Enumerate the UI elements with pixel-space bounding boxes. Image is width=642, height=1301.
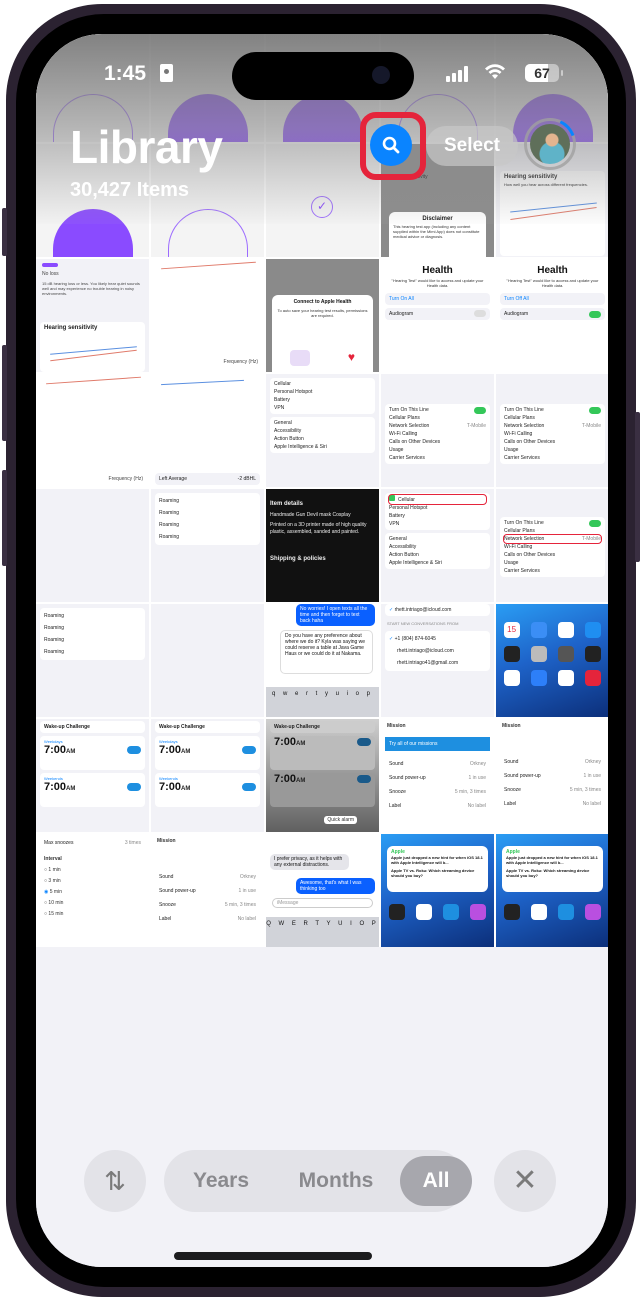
home-indicator[interactable] <box>174 1252 372 1260</box>
photo-thumbnail[interactable]: Connect to Apple Health To auto save you… <box>266 259 379 372</box>
action-button <box>2 208 7 256</box>
heart-icon: ♥ <box>347 350 355 364</box>
photo-thumbnail[interactable]: Wake-up Challenge Weekdays 7:00AM Weeken… <box>36 719 149 832</box>
photo-thumbnail[interactable]: Max snoozes 3 times Interval ○ 1 min ○ 3 … <box>36 834 149 947</box>
cellular-signal-icon <box>446 66 468 82</box>
photo-thumbnail[interactable]: Health "Hearing Test" would like to acce… <box>381 259 494 372</box>
sort-button[interactable]: ⇅ <box>84 1150 146 1212</box>
photo-thumbnail[interactable]: Left Average -2 dBHL <box>151 374 264 487</box>
camera-icon <box>372 66 390 84</box>
screen: ✓ Hearing sensitivity Disclaimer This he… <box>36 34 608 1267</box>
avatar[interactable] <box>530 124 570 164</box>
battery-icon: 67 <box>525 64 559 82</box>
search-icon <box>382 136 400 154</box>
select-button[interactable]: Select <box>426 126 518 166</box>
photo-thumbnail[interactable]: I prefer privacy, as it helps with any e… <box>266 834 379 947</box>
page-title: Library <box>70 121 223 173</box>
close-icon: ✕ <box>512 1164 538 1197</box>
close-button[interactable]: ✕ <box>494 1150 556 1212</box>
bottom-toolbar: ⇅ Years Months All ✕ <box>36 1134 608 1267</box>
photo-thumbnail[interactable]: Apple Apple just dropped a new hint for … <box>381 834 494 947</box>
photo-thumbnail[interactable]: Mission Sound Orkney Sound power-up 1 in u… <box>496 719 608 832</box>
photo-thumbnail[interactable]: Item details Handmade Gun Devil mask Cos… <box>266 489 379 602</box>
view-segmented-control: Years Months All <box>164 1150 472 1212</box>
photo-thumbnail[interactable] <box>36 489 149 602</box>
item-count: 30,427 Items <box>70 179 189 201</box>
photo-thumbnail[interactable]: Mission Try all of our missions Sound Ork… <box>381 719 494 832</box>
photo-thumbnail[interactable]: No loss 15 dB hearing loss or less. You … <box>36 259 149 372</box>
photo-thumbnail[interactable]: Frequency (Hz) <box>151 259 264 372</box>
search-button[interactable] <box>370 124 412 166</box>
volume-up-button <box>2 345 7 441</box>
volume-down-button <box>2 470 7 566</box>
photo-thumbnail[interactable]: 15 <box>496 604 608 717</box>
photo-thumbnail[interactable]: Health "Hearing Test" would like to acce… <box>496 259 608 372</box>
photo-thumbnail[interactable]: Turn On This Line Cellular Plans Network… <box>496 489 608 602</box>
segment-all[interactable]: All <box>400 1156 472 1206</box>
photo-thumbnail[interactable]: Turn On This Line Cellular Plans Network… <box>496 374 608 487</box>
photo-thumbnail[interactable]: No worries! I open texts all the time an… <box>266 604 379 717</box>
photo-thumbnail[interactable] <box>151 604 264 717</box>
battery-level: 67 <box>534 65 550 81</box>
status-bar: 1:45 67 <box>36 34 608 114</box>
photo-thumbnail[interactable]: Cellular Personal Hotspot Battery VPN Ge… <box>381 489 494 602</box>
battery-tip <box>561 70 563 76</box>
wifi-icon <box>484 63 506 86</box>
photo-thumbnail[interactable]: Frequency (Hz) <box>36 374 149 487</box>
segment-years[interactable]: Years <box>178 1150 264 1212</box>
photo-thumbnail[interactable]: Turn On This Line Cellular Plans Network… <box>381 374 494 487</box>
photo-thumbnail[interactable]: Cellular Personal Hotspot Battery VPN Ge… <box>266 374 379 487</box>
photo-thumbnail[interactable]: Wake-up Challenge Weekdays 7:00AM Weeken… <box>151 719 264 832</box>
photo-thumbnail[interactable]: Roaming Roaming Roaming Roaming <box>151 489 264 602</box>
clock: 1:45 <box>104 62 147 85</box>
photo-thumbnail[interactable]: Apple Apple just dropped a new hint for … <box>496 834 608 947</box>
photo-thumbnail[interactable]: ✓ rhett.intriago@icloud.com START NEW CO… <box>381 604 494 717</box>
photo-thumbnail[interactable]: Wake-up Challenge 7:00AM 7:00AM Quick al… <box>266 719 379 832</box>
contact-card-icon <box>160 64 173 82</box>
power-button <box>635 412 640 562</box>
photo-thumbnail[interactable]: Mission Sound Orkney Sound power-up 1 in u… <box>151 834 264 947</box>
sort-arrows-icon: ⇅ <box>104 1166 126 1196</box>
segment-months[interactable]: Months <box>284 1150 388 1212</box>
photo-thumbnail[interactable]: Roaming Roaming Roaming Roaming <box>36 604 149 717</box>
